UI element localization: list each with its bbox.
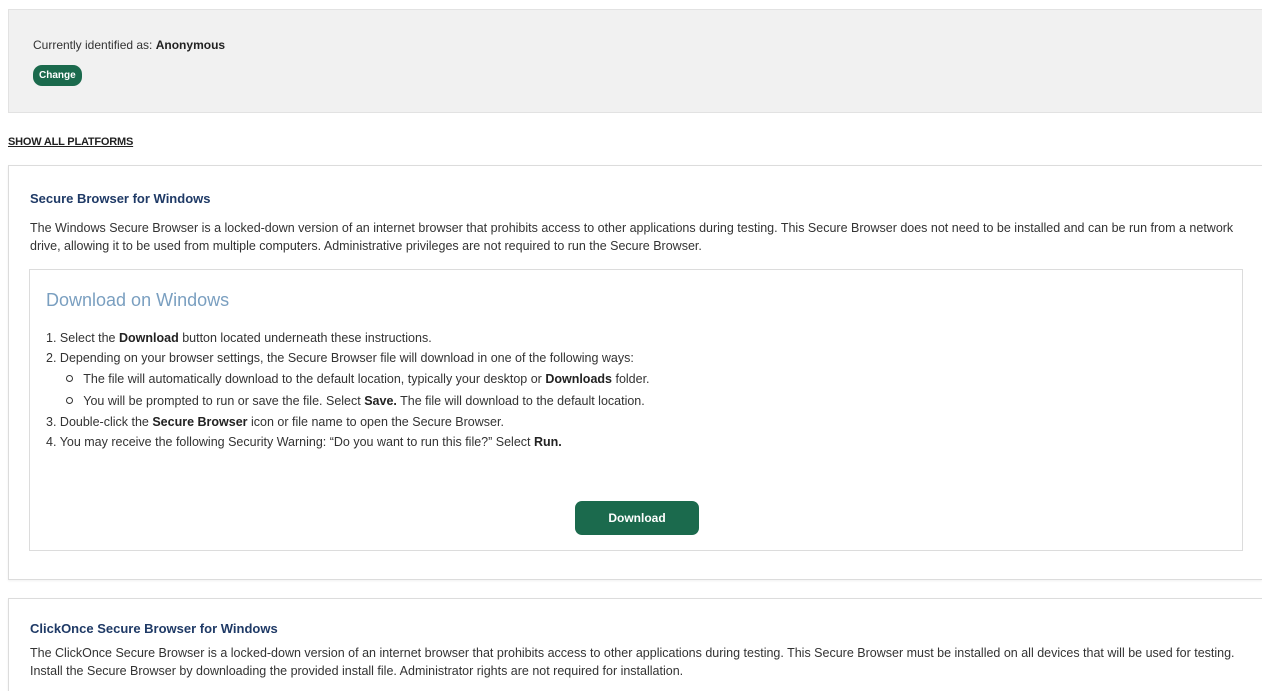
step-4: 4. You may receive the following Securit… xyxy=(46,432,650,452)
step-text: folder. xyxy=(615,372,650,386)
step-text: The file will download to the default lo… xyxy=(400,394,645,408)
step-2: 2. Depending on your browser settings, t… xyxy=(46,348,650,412)
step-2a: The file will automatically download to … xyxy=(66,368,650,390)
identity-prefix: Currently identified as: xyxy=(33,38,153,52)
platform-title: Secure Browser for Windows xyxy=(30,191,211,206)
step-text: You may receive the following Security W… xyxy=(59,435,531,449)
platform-description: The ClickOnce Secure Browser is a locked… xyxy=(30,646,1235,678)
show-all-platforms-link[interactable]: SHOW ALL PLATFORMS xyxy=(8,136,133,148)
platform-title: ClickOnce Secure Browser for Windows xyxy=(30,621,278,636)
step-number: 4. xyxy=(46,435,57,449)
step-number: 3. xyxy=(46,415,57,429)
step-emphasis: Secure Browser xyxy=(152,415,248,429)
step-2b: You will be prompted to run or save the … xyxy=(66,390,650,412)
step-emphasis: Save. xyxy=(364,394,397,408)
step-text: Double-click the xyxy=(59,415,149,429)
step-emphasis: Downloads xyxy=(545,372,612,386)
step-emphasis: Download xyxy=(119,331,179,345)
platform-card-clickonce: ClickOnce Secure Browser for Windows The… xyxy=(8,598,1262,691)
identity-status: Currently identified as: Anonymous xyxy=(33,38,225,52)
step-1: 1. Select the Download button located un… xyxy=(46,328,650,348)
download-steps: 1. Select the Download button located un… xyxy=(46,328,650,452)
step-number: 2. xyxy=(46,351,57,365)
change-identity-button[interactable]: Change xyxy=(33,65,82,86)
step-text: The file will automatically download to … xyxy=(83,372,542,386)
download-instructions-box: Download on Windows 1. Select the Downlo… xyxy=(29,269,1243,551)
step-2-options: The file will automatically download to … xyxy=(46,368,650,412)
step-3: 3. Double-click the Secure Browser icon … xyxy=(46,412,650,432)
step-text: You will be prompted to run or save the … xyxy=(83,394,361,408)
step-text: icon or file name to open the Secure Bro… xyxy=(251,415,504,429)
platform-card-windows: Secure Browser for Windows The Windows S… xyxy=(8,165,1262,580)
download-heading: Download on Windows xyxy=(46,290,230,310)
step-text: Select the xyxy=(59,331,116,345)
identity-name: Anonymous xyxy=(155,38,226,52)
platform-description: The Windows Secure Browser is a locked-d… xyxy=(30,221,1234,253)
identity-panel: Currently identified as: Anonymous Chang… xyxy=(8,9,1262,113)
download-button[interactable]: Download xyxy=(575,501,699,535)
step-text: Depending on your browser settings, the … xyxy=(59,351,634,365)
step-emphasis: Run. xyxy=(534,435,562,449)
step-text: button located underneath these instruct… xyxy=(182,331,432,345)
step-number: 1. xyxy=(46,331,57,345)
page: Currently identified as: Anonymous Chang… xyxy=(0,0,1262,691)
